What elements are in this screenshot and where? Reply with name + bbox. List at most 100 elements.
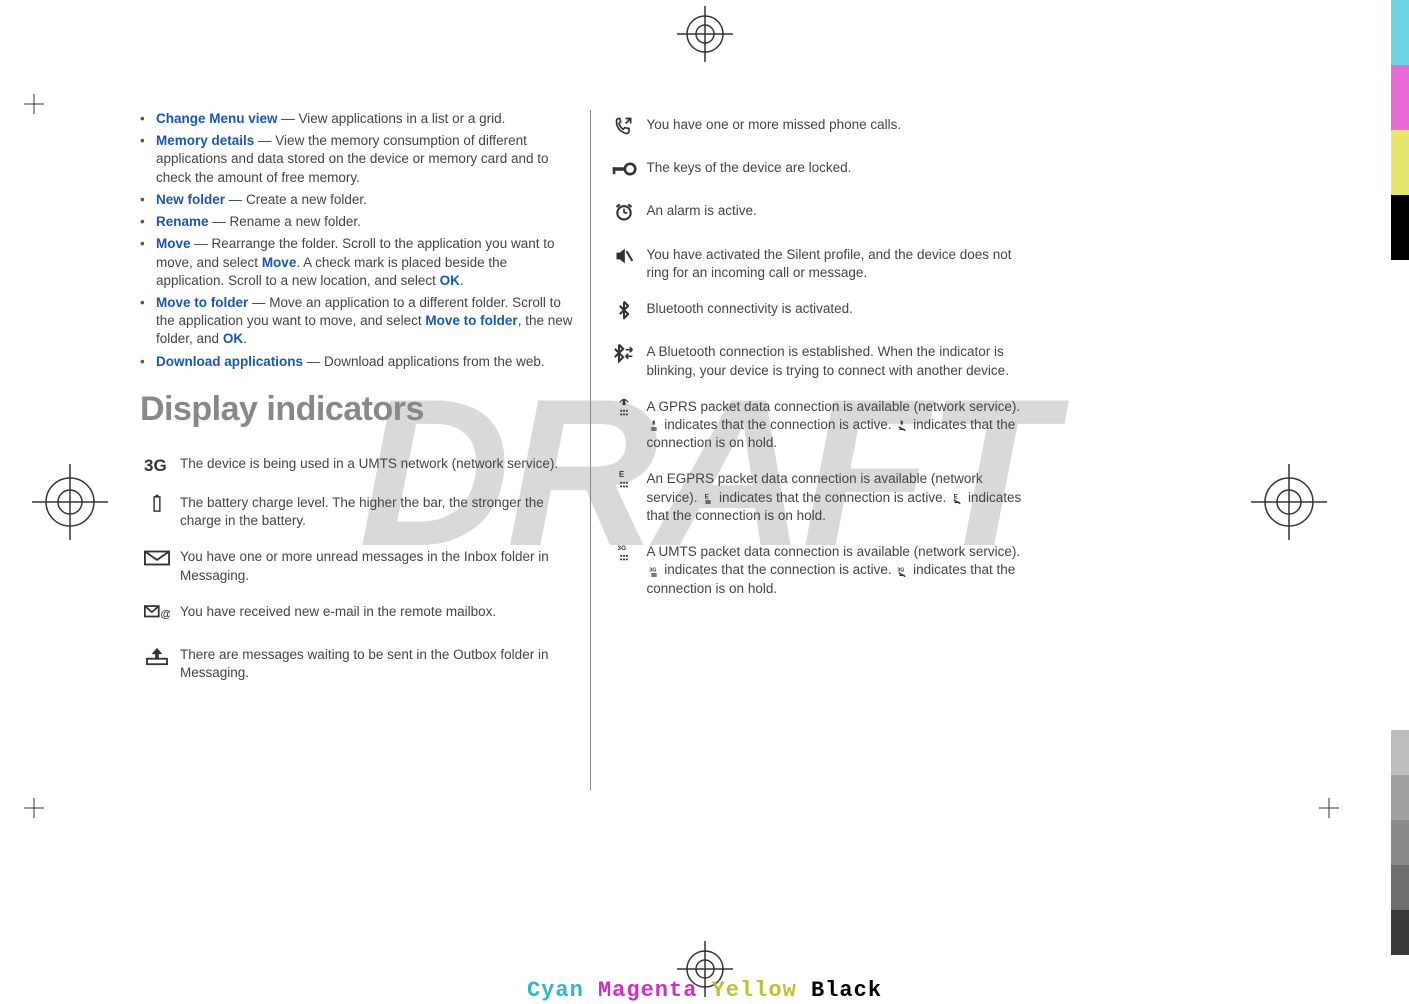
gprs-active-icon (647, 419, 661, 431)
indicator-desc: An alarm is active. (643, 196, 1041, 239)
section-heading: Display indicators (140, 387, 574, 433)
registration-mark-left (30, 462, 110, 542)
egprs-hold-icon: E (950, 492, 964, 504)
cmyk-cyan: Cyan (527, 978, 584, 1003)
umts-active-icon: 3G (647, 565, 661, 577)
menu-link: OK (440, 273, 460, 288)
color-bar-cmyk (1391, 0, 1409, 260)
color-bar-grayscale (1391, 730, 1409, 955)
email-at-icon: @ (144, 603, 170, 623)
indicator-row: A Bluetooth connection is established. W… (607, 337, 1041, 391)
umts-icon: 3G (611, 543, 637, 563)
indicator-desc: There are messages waiting to be sent in… (176, 640, 574, 694)
indicator-desc: An EGPRS packet data connection is avail… (643, 464, 1041, 537)
cmyk-black: Black (811, 978, 882, 1003)
menu-body: . (243, 331, 247, 346)
indicator-desc: A GPRS packet data connection is availab… (643, 392, 1041, 465)
key-lock-icon (611, 159, 637, 179)
menu-item: Move to folder — Move an application to … (140, 294, 574, 349)
alarm-icon (611, 202, 637, 222)
cmyk-magenta: Magenta (598, 978, 697, 1003)
svg-text:3G: 3G (649, 567, 656, 573)
indicator-row: E An EGPRS packet data connection is ava… (607, 464, 1041, 537)
menu-link: Memory details (156, 133, 254, 148)
menu-link: Move to folder (156, 295, 248, 310)
desc-text: indicates that the connection is active. (664, 562, 895, 577)
page-content: Change Menu view — View applications in … (130, 110, 1050, 790)
cmyk-yellow: Yellow (712, 978, 797, 1003)
menu-link: Move to folder (425, 313, 517, 328)
indicator-row: 3G The device is being used in a UMTS ne… (140, 449, 574, 488)
indicator-desc: You have received new e-mail in the remo… (176, 597, 574, 640)
umts-hold-icon: 3G (895, 565, 909, 577)
egprs-active-icon: E (701, 492, 715, 504)
indicator-row: You have activated the Silent profile, a… (607, 240, 1041, 294)
svg-text:3G: 3G (898, 567, 905, 573)
outbox-icon (144, 646, 170, 666)
indicator-row: @ You have received new e-mail in the re… (140, 597, 574, 640)
svg-text:E: E (619, 471, 624, 480)
registration-mark-right (1249, 462, 1329, 542)
crop-mark-top-left (24, 94, 44, 114)
bluetooth-icon (611, 300, 637, 320)
crop-mark-bottom-right (1319, 798, 1339, 818)
column-separator (590, 110, 591, 790)
indicator-row: Bluetooth connectivity is activated. (607, 294, 1041, 337)
indicator-row: You have one or more unread messages in … (140, 542, 574, 596)
desc-text: A GPRS packet data connection is availab… (647, 399, 1021, 414)
battery-icon (144, 494, 170, 514)
svg-text:3G: 3G (617, 545, 626, 552)
crop-mark-bottom-left (24, 798, 44, 818)
indicator-row: There are messages waiting to be sent in… (140, 640, 574, 694)
menu-link: OK (223, 331, 243, 346)
indicator-desc: Bluetooth connectivity is activated. (643, 294, 1041, 337)
menu-item: Move — Rearrange the folder. Scroll to t… (140, 235, 574, 290)
indicator-row: A GPRS packet data connection is availab… (607, 392, 1041, 465)
cmyk-footer: Cyan Magenta Yellow Black (527, 978, 882, 1003)
menu-body: — Create a new folder. (225, 192, 367, 207)
menu-link: Move (156, 236, 191, 251)
gprs-icon (611, 398, 637, 418)
indicator-desc: A UMTS packet data connection is availab… (643, 537, 1041, 610)
left-column: Change Menu view — View applications in … (130, 110, 584, 790)
indicator-desc: The device is being used in a UMTS netwo… (176, 449, 574, 488)
menu-item: Download applications — Download applica… (140, 353, 574, 371)
menu-item: Change Menu view — View applications in … (140, 110, 574, 128)
svg-text:E: E (705, 494, 709, 500)
3g-icon: 3G (144, 455, 170, 475)
menu-link: Change Menu view (156, 111, 278, 126)
svg-text:@: @ (160, 608, 170, 620)
indicator-desc: You have one or more missed phone calls. (643, 110, 1041, 153)
menu-options-list: Change Menu view — View applications in … (140, 110, 574, 371)
indicator-desc: The battery charge level. The higher the… (176, 488, 574, 542)
egprs-icon: E (611, 470, 637, 490)
indicator-desc: You have one or more unread messages in … (176, 542, 574, 596)
menu-item: Memory details — View the memory consump… (140, 132, 574, 187)
indicator-desc: The keys of the device are locked. (643, 153, 1041, 196)
indicator-desc: You have activated the Silent profile, a… (643, 240, 1041, 294)
missed-call-icon (611, 116, 637, 136)
menu-body: — View applications in a list or a grid. (278, 111, 506, 126)
menu-item: New folder — Create a new folder. (140, 191, 574, 209)
indicator-row: The keys of the device are locked. (607, 153, 1041, 196)
menu-item: Rename — Rename a new folder. (140, 213, 574, 231)
indicator-row: An alarm is active. (607, 196, 1041, 239)
gprs-hold-icon (895, 419, 909, 431)
bluetooth-connected-icon (611, 343, 637, 363)
indicators-table-left: 3G The device is being used in a UMTS ne… (140, 449, 574, 695)
indicator-desc: A Bluetooth connection is established. W… (643, 337, 1041, 391)
desc-text: indicates that the connection is active. (719, 490, 950, 505)
desc-text: A UMTS packet data connection is availab… (647, 544, 1021, 559)
envelope-icon (144, 548, 170, 568)
menu-link: Move (262, 255, 297, 270)
right-column: You have one or more missed phone calls.… (597, 110, 1051, 790)
menu-link: Rename (156, 214, 209, 229)
indicator-row: 3G A UMTS packet data connection is avai… (607, 537, 1041, 610)
indicator-row: You have one or more missed phone calls. (607, 110, 1041, 153)
silent-icon (611, 246, 637, 266)
menu-body: — Rename a new folder. (209, 214, 361, 229)
indicator-row: The battery charge level. The higher the… (140, 488, 574, 542)
menu-body: — Download applications from the web. (303, 354, 545, 369)
menu-link: Download applications (156, 354, 303, 369)
menu-body: . (460, 273, 464, 288)
